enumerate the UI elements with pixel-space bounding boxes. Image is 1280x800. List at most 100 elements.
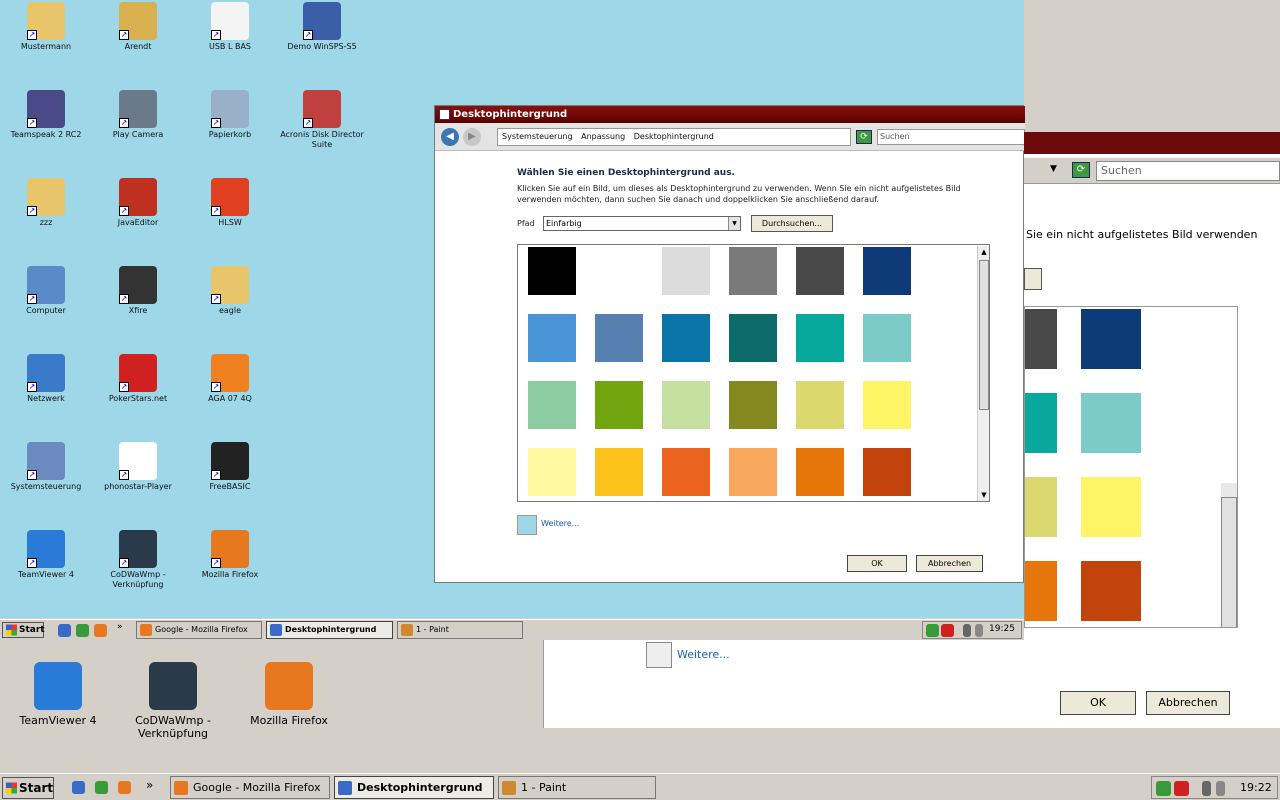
antivirus-icon[interactable] (1174, 781, 1189, 796)
desktop-icon[interactable]: ↗ Papierkorb (184, 90, 276, 140)
color-swatch[interactable] (796, 381, 844, 429)
breadcrumb-item-1[interactable]: Systemsteuerung (502, 132, 573, 141)
color-swatch[interactable] (528, 314, 576, 362)
color-swatch[interactable] (863, 314, 911, 362)
desktop-icon[interactable]: ↗ CoDWaWmp - Verknüpfung (92, 530, 184, 590)
color-swatch[interactable] (528, 381, 576, 429)
more-link[interactable]: Weitere... (541, 519, 579, 528)
color-swatch[interactable] (595, 247, 643, 295)
color-swatch[interactable] (528, 247, 576, 295)
bg-more-link[interactable]: Weitere... (677, 648, 730, 661)
desktop-icon[interactable]: ↗ USB L BAS (184, 2, 276, 52)
chevron-right-icon[interactable]: » (146, 778, 153, 792)
path-dropdown[interactable]: Einfarbig ▼ (543, 216, 741, 231)
bg-more-swatch[interactable] (646, 642, 672, 668)
desktop-icon[interactable]: ↗ phonostar-Player (92, 442, 184, 492)
color-swatch[interactable] (796, 247, 844, 295)
clock[interactable]: 19:25 (989, 624, 1015, 634)
battery-icon[interactable] (963, 624, 971, 637)
ok-button[interactable]: OK (847, 555, 907, 572)
quicklaunch-icon[interactable] (95, 781, 108, 794)
color-swatch[interactable] (595, 314, 643, 362)
bg-color-swatch[interactable] (1081, 393, 1141, 453)
bg-search-input[interactable]: Suchen (1096, 161, 1280, 181)
desktop-icon[interactable]: ↗ Mustermann (0, 2, 92, 52)
scroll-thumb[interactable] (979, 260, 989, 410)
battery-icon[interactable] (1202, 781, 1211, 796)
desktop-icon[interactable]: ↗ Netzwerk (0, 354, 92, 404)
start-button[interactable]: Start (2, 777, 54, 799)
color-swatch[interactable] (729, 381, 777, 429)
desktop-icon[interactable]: TeamViewer 4 (3, 662, 113, 727)
quicklaunch-icon[interactable] (76, 624, 89, 637)
search-input[interactable]: Suchen (877, 129, 1025, 145)
clock[interactable]: 19:22 (1240, 781, 1272, 794)
desktop-icon[interactable]: ↗ TeamViewer 4 (0, 530, 92, 580)
desktop-icon[interactable]: ↗ FreeBASIC (184, 442, 276, 492)
task-desktophintergrund[interactable]: Desktophintergrund (266, 621, 393, 639)
color-swatch[interactable] (729, 448, 777, 496)
color-swatch[interactable] (528, 448, 576, 496)
show-desktop-icon[interactable] (72, 781, 85, 794)
color-swatch[interactable] (863, 381, 911, 429)
bg-scroll-thumb[interactable] (1221, 497, 1237, 627)
color-swatch[interactable] (863, 247, 911, 295)
color-swatch[interactable] (662, 381, 710, 429)
breadcrumb[interactable]: Systemsteuerung Anpassung Desktophinterg… (497, 128, 851, 146)
volume-icon[interactable] (1216, 781, 1225, 796)
volume-icon[interactable] (975, 624, 983, 637)
chevron-right-icon[interactable]: » (117, 622, 123, 632)
tray-icon[interactable] (926, 624, 939, 637)
desktop-icon[interactable]: ↗ Play Camera (92, 90, 184, 140)
bg-color-swatch[interactable] (1081, 561, 1141, 621)
bg-ok-button[interactable]: OK (1060, 691, 1136, 715)
more-color-swatch[interactable] (517, 515, 537, 535)
firefox-icon[interactable] (118, 781, 131, 794)
scroll-up-icon[interactable]: ▲ (978, 246, 989, 258)
start-button[interactable]: Start (2, 622, 45, 638)
bg-cancel-button[interactable]: Abbrechen (1146, 691, 1230, 715)
browse-button[interactable]: Durchsuchen... (751, 215, 833, 232)
desktop-icon[interactable]: ↗ Teamspeak 2 RC2 (0, 90, 92, 140)
firefox-icon[interactable] (94, 624, 107, 637)
desktop-icon[interactable]: ↗ JavaEditor (92, 178, 184, 228)
desktop-icon[interactable]: ↗ zzz (0, 178, 92, 228)
color-swatch[interactable] (662, 448, 710, 496)
refresh-icon[interactable]: ⟳ (1072, 162, 1090, 178)
color-swatch[interactable] (729, 314, 777, 362)
bg-color-swatch[interactable] (1025, 561, 1057, 621)
task-paint[interactable]: 1 - Paint (498, 776, 656, 799)
bg-browse-button[interactable] (1024, 268, 1042, 290)
bg-color-swatch[interactable] (1081, 477, 1141, 537)
desktop-icon[interactable]: ↗ AGA 07 4Q (184, 354, 276, 404)
refresh-icon[interactable]: ⟳ (856, 130, 872, 144)
bg-color-swatch[interactable] (1025, 393, 1057, 453)
desktop-icon[interactable]: ↗ eagle (184, 266, 276, 316)
bg-color-swatch[interactable] (1025, 477, 1057, 537)
bg-color-swatch[interactable] (1025, 309, 1057, 369)
show-desktop-icon[interactable] (58, 624, 71, 637)
desktop-icon[interactable]: ↗ PokerStars.net (92, 354, 184, 404)
color-swatch[interactable] (796, 314, 844, 362)
task-firefox[interactable]: Google - Mozilla Firefox (136, 621, 262, 639)
breadcrumb-item-2[interactable]: Anpassung (581, 132, 625, 141)
bg-vertical-scrollbar[interactable] (1221, 483, 1237, 627)
desktop-icon[interactable]: ↗ Arendt (92, 2, 184, 52)
desktop-icon[interactable]: ↗ Mozilla Firefox (184, 530, 276, 580)
breadcrumb-item-3[interactable]: Desktophintergrund (634, 132, 714, 141)
tray-icon[interactable] (1156, 781, 1171, 796)
color-swatch[interactable] (863, 448, 911, 496)
desktop-icon[interactable]: CoDWaWmp - Verknüpfung (118, 662, 228, 740)
bg-color-swatch[interactable] (1081, 309, 1141, 369)
chevron-down-icon[interactable]: ▼ (1050, 164, 1057, 174)
color-swatch[interactable] (595, 448, 643, 496)
task-paint[interactable]: 1 - Paint (397, 621, 523, 639)
vertical-scrollbar[interactable]: ▲ ▼ (977, 246, 989, 501)
cancel-button[interactable]: Abbrechen (916, 555, 983, 572)
back-arrow-icon[interactable]: ◀ (441, 128, 459, 146)
desktop-icon[interactable]: ↗ Acronis Disk Director Suite (276, 90, 368, 150)
desktop-icon[interactable]: Mozilla Firefox (234, 662, 344, 727)
desktop-icon[interactable]: ↗ Demo WinSPS-S5 (276, 2, 368, 52)
scroll-down-icon[interactable]: ▼ (978, 489, 989, 501)
desktop-icon[interactable]: ↗ Systemsteuerung (0, 442, 92, 492)
